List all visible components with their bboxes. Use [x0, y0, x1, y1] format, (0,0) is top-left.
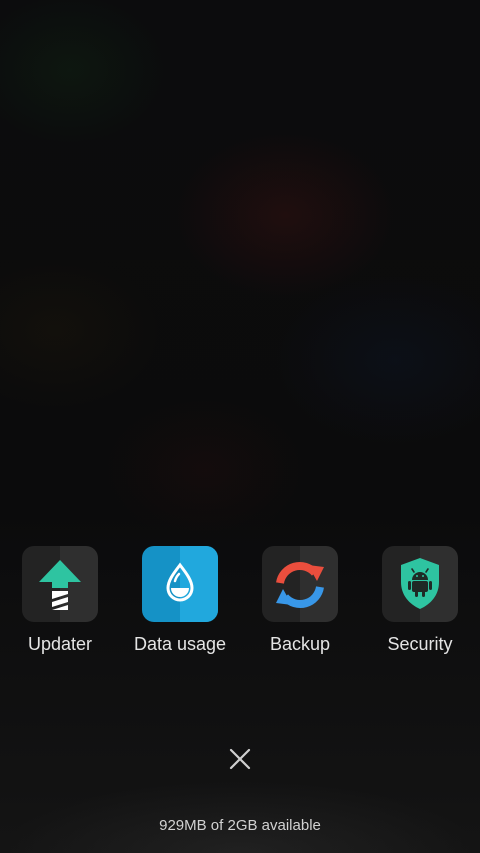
app-label: Updater	[27, 634, 93, 654]
app-backup[interactable]: Backup	[240, 546, 360, 655]
sync-arrows-icon	[276, 561, 324, 609]
security-tile	[382, 546, 458, 622]
memory-status: 929MB of 2GB available	[159, 817, 321, 834]
close-icon	[229, 748, 251, 770]
close-all-button[interactable]	[228, 747, 252, 771]
app-data-usage[interactable]: Data usage	[120, 546, 240, 655]
updater-arrow-icon	[39, 560, 81, 610]
recent-apps-screen: Updater Data usage Backup Security 929MB…	[0, 0, 480, 853]
app-security[interactable]: Security	[360, 546, 480, 655]
app-label: Data usage	[133, 634, 227, 654]
recent-apps-row: Updater Data usage Backup Security	[0, 546, 480, 666]
data-usage-tile	[142, 546, 218, 622]
backup-tile	[262, 546, 338, 622]
updater-tile	[22, 546, 98, 622]
app-label: Backup	[269, 634, 331, 654]
water-drop-icon	[166, 562, 194, 602]
android-shield-icon	[401, 558, 439, 609]
app-updater[interactable]: Updater	[0, 546, 120, 655]
app-label: Security	[387, 634, 453, 654]
